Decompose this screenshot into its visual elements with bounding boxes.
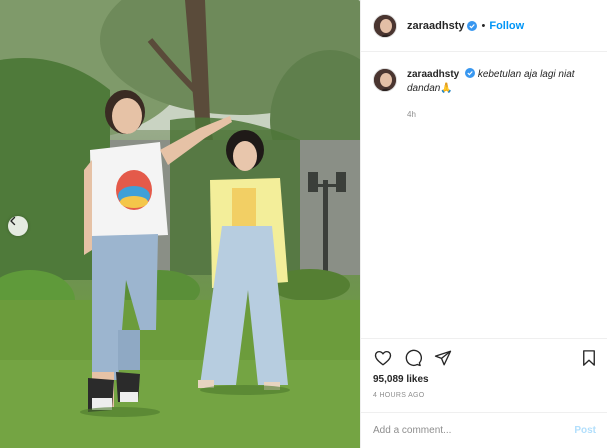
chevron-left-icon <box>10 216 16 226</box>
follow-button[interactable]: Follow <box>489 20 524 32</box>
action-icons <box>373 348 599 368</box>
post-header: zaraadhsty • Follow <box>361 0 607 52</box>
comment-input[interactable] <box>373 425 567 436</box>
like-button[interactable] <box>373 348 393 368</box>
caption: zaraadhsty kebetulan aja lagi niat danda… <box>373 68 598 96</box>
comment-icon <box>405 349 422 367</box>
caption-text: zaraadhsty kebetulan aja lagi niat danda… <box>407 68 597 96</box>
bookmark-icon <box>583 350 595 366</box>
verified-badge-icon <box>465 68 476 78</box>
avatar[interactable] <box>373 13 397 38</box>
likes-count[interactable]: 95,089 likes <box>373 374 429 385</box>
folded-hands-emoji: 🙏 <box>440 83 453 94</box>
caption-avatar[interactable] <box>373 68 397 92</box>
post-actions: 95,089 likes 4 HOURS AGO <box>361 338 607 408</box>
posted-time[interactable]: 4 HOURS AGO <box>373 392 425 399</box>
save-button[interactable] <box>579 348 599 368</box>
post-side-panel: zaraadhsty • Follow zaraadhsty kebetulan… <box>360 0 607 448</box>
header-username[interactable]: zaraadhsty <box>407 20 464 32</box>
comment-bar: Post <box>361 412 607 448</box>
post-comment-button[interactable]: Post <box>574 425 596 436</box>
caption-timeago[interactable]: 4h <box>407 110 416 119</box>
heart-icon <box>374 350 392 366</box>
caption-username[interactable]: zaraadhsty <box>407 69 459 80</box>
share-button[interactable] <box>433 348 453 368</box>
separator-dot: • <box>481 19 486 32</box>
paper-plane-icon <box>434 350 452 366</box>
verified-badge-icon <box>467 20 478 31</box>
comment-button[interactable] <box>403 348 423 368</box>
carousel-prev-button[interactable] <box>8 216 28 236</box>
post-photo[interactable] <box>0 0 360 448</box>
photo-scene <box>0 0 360 448</box>
